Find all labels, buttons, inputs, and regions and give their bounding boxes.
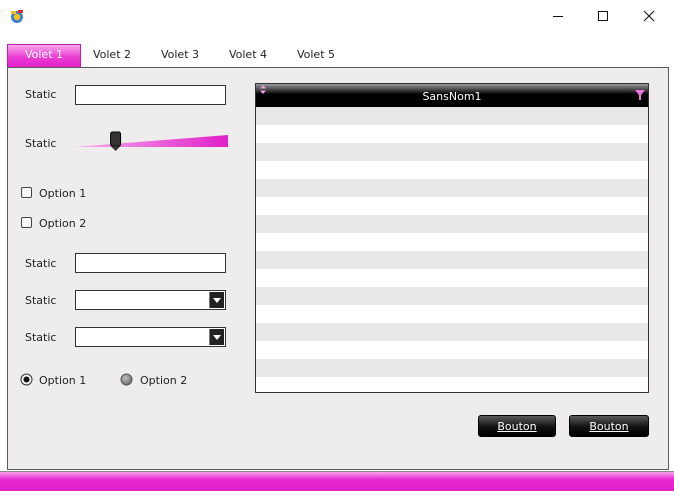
combo1-label: Static xyxy=(25,294,57,307)
table-row[interactable] xyxy=(256,323,648,341)
slider-track xyxy=(74,135,228,147)
tab-volet-1[interactable]: Volet 1 xyxy=(7,44,81,67)
table-row[interactable] xyxy=(256,197,648,215)
combo-box-2[interactable] xyxy=(75,327,226,347)
filter-icon[interactable] xyxy=(635,90,645,100)
tab-volet-5[interactable]: Volet 5 xyxy=(284,45,348,65)
table-row[interactable] xyxy=(256,125,648,143)
radio-option-2-label: Option 2 xyxy=(140,374,188,387)
tab-volet-4[interactable]: Volet 4 xyxy=(216,45,280,65)
gear-app-icon[interactable] xyxy=(9,8,25,24)
table-row[interactable] xyxy=(256,269,648,287)
table-row[interactable] xyxy=(256,251,648,269)
combo2-label: Static xyxy=(25,331,57,344)
sort-icon[interactable] xyxy=(259,85,267,94)
table-column-header[interactable]: SansNom1 xyxy=(256,84,648,107)
table-row[interactable] xyxy=(256,287,648,305)
table-column-header-label: SansNom1 xyxy=(422,90,482,103)
maximize-button[interactable] xyxy=(580,0,626,31)
checkbox-option-1[interactable] xyxy=(21,187,32,198)
tab-volet-3[interactable]: Volet 3 xyxy=(148,45,212,65)
slider-label: Static xyxy=(25,137,57,150)
bouton-button-2[interactable]: Bouton xyxy=(569,415,649,437)
text-input-1[interactable] xyxy=(75,85,226,105)
table-row[interactable] xyxy=(256,305,648,323)
data-table[interactable]: SansNom1 xyxy=(255,83,649,393)
bouton-button-1[interactable]: Bouton xyxy=(478,415,556,437)
bottom-status-bar xyxy=(0,471,674,491)
slider-thumb[interactable] xyxy=(110,131,122,151)
edit2-label: Static xyxy=(25,257,57,270)
table-row[interactable] xyxy=(256,143,648,161)
table-row[interactable] xyxy=(256,107,648,125)
table-row[interactable] xyxy=(256,233,648,251)
radio-option-1-label: Option 1 xyxy=(39,374,87,387)
maximize-icon xyxy=(598,10,608,21)
table-row[interactable] xyxy=(256,341,648,359)
minimize-button[interactable] xyxy=(535,0,581,31)
slider[interactable] xyxy=(73,131,230,153)
table-row[interactable] xyxy=(256,215,648,233)
checkbox-option-2[interactable] xyxy=(21,217,32,228)
minimize-icon xyxy=(553,15,563,17)
chevron-down-icon[interactable] xyxy=(209,329,224,345)
radio-option-1[interactable] xyxy=(20,373,33,386)
combo-box-1[interactable] xyxy=(75,290,226,310)
tab-volet-2[interactable]: Volet 2 xyxy=(80,45,144,65)
edit1-label: Static xyxy=(25,88,57,101)
checkbox-option-2-label: Option 2 xyxy=(39,217,87,230)
text-input-2[interactable] xyxy=(75,253,226,273)
table-row[interactable] xyxy=(256,179,648,197)
chevron-down-icon[interactable] xyxy=(209,292,224,308)
table-row[interactable] xyxy=(256,359,648,377)
table-row[interactable] xyxy=(256,161,648,179)
checkbox-option-1-label: Option 1 xyxy=(39,187,87,200)
close-button[interactable] xyxy=(626,0,672,31)
close-icon xyxy=(643,10,655,21)
table-row[interactable] xyxy=(256,377,648,392)
radio-option-2[interactable] xyxy=(120,373,133,386)
